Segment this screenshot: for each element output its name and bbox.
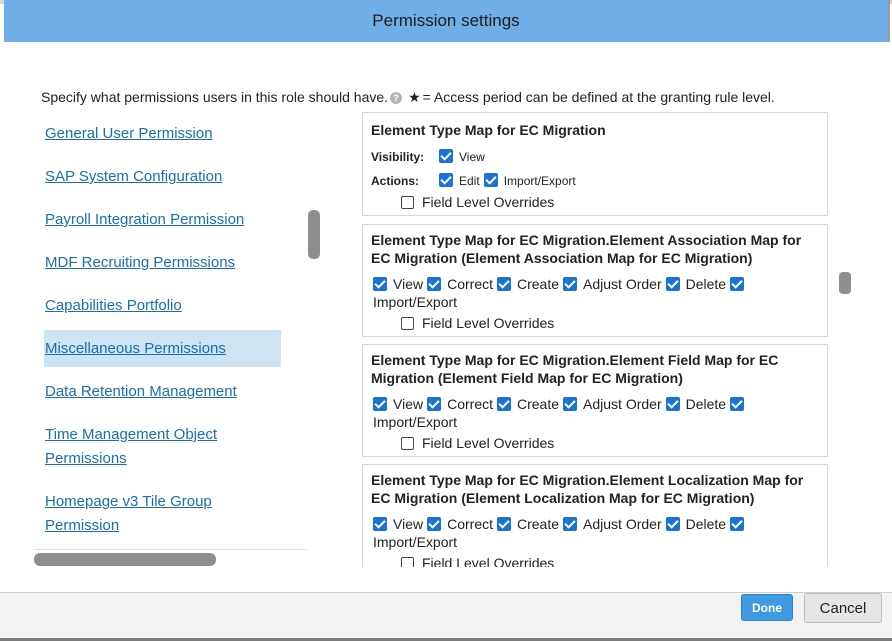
correct-label: Correct	[447, 396, 493, 412]
import-export-label: Import/Export	[373, 534, 458, 550]
import-export-checkbox[interactable]	[730, 277, 745, 291]
create-label: Create	[517, 516, 560, 532]
sidebar-horizontal-scrollbar[interactable]	[34, 553, 216, 566]
adjust-order-label: Adjust Order	[583, 396, 662, 412]
sidebar-item-general-user-permission[interactable]: General User Permission	[45, 122, 213, 146]
view-checkbox[interactable]	[439, 149, 453, 163]
permissions-row: View Correct Create Adjust Order Delete Impor…	[371, 275, 827, 311]
permission-panel: Element Type Map for EC Migration.Elemen…	[362, 224, 828, 337]
intro-text-row: Specify what permissions users in this r…	[41, 89, 775, 106]
delete-checkbox[interactable]	[665, 517, 680, 531]
field-overrides-row: Field Level Overrides	[371, 434, 827, 452]
adjust-order-checkbox[interactable]	[563, 397, 578, 411]
sidebar-vertical-scrollbar[interactable]	[308, 210, 320, 259]
sidebar-item-payroll-integration-permission[interactable]: Payroll Integration Permission	[45, 208, 244, 232]
create-label: Create	[517, 396, 560, 412]
visibility-row: Visibility: View	[371, 147, 827, 166]
content-vertical-scrollbar[interactable]	[839, 272, 851, 294]
sidebar-item-data-retention-management[interactable]: Data Retention Management	[45, 380, 237, 404]
view-label: View	[393, 276, 424, 292]
view-checkbox[interactable]	[373, 397, 387, 411]
field-overrides-checkbox[interactable]	[401, 437, 414, 450]
field-overrides-checkbox[interactable]	[401, 317, 414, 330]
edit-label: Edit	[459, 174, 480, 188]
correct-label: Correct	[447, 276, 493, 292]
view-label: View	[393, 516, 424, 532]
permission-panel: Element Type Map for EC Migration.Elemen…	[362, 464, 828, 567]
permissions-row: View Correct Create Adjust Order Delete Impor…	[371, 395, 827, 431]
field-overrides-label: Field Level Overrides	[422, 315, 555, 331]
permissions-row: View Correct Create Adjust Order Delete Impor…	[371, 515, 827, 551]
panel-title: Element Type Map for EC Migration.Elemen…	[371, 232, 802, 266]
dialog-title: Permission settings	[372, 11, 520, 30]
import-export-checkbox[interactable]	[730, 397, 745, 411]
sidebar-item-homepage-v3-tile-group[interactable]: Homepage v3 Tile Group	[45, 490, 212, 514]
sidebar-item-mdf-recruiting-permissions[interactable]: MDF Recruiting Permissions	[45, 251, 235, 275]
import-export-label: Import/Export	[373, 414, 458, 430]
visibility-label: Visibility:	[371, 150, 425, 164]
adjust-order-checkbox[interactable]	[563, 517, 578, 531]
view-label: View	[393, 396, 424, 412]
view-checkbox[interactable]	[373, 517, 387, 531]
view-checkbox[interactable]	[373, 277, 387, 291]
actions-label: Actions:	[371, 174, 419, 188]
sidebar-item-time-management-object-line2[interactable]: Permissions	[45, 447, 127, 471]
correct-checkbox[interactable]	[427, 517, 442, 531]
create-checkbox[interactable]	[497, 397, 511, 411]
delete-checkbox[interactable]	[665, 277, 680, 291]
dialog-header: Permission settings	[4, 0, 890, 42]
permission-content-area: Element Type Map for EC Migration Visibi…	[360, 112, 830, 567]
delete-label: Delete	[685, 276, 727, 292]
field-overrides-row: Field Level Overrides	[371, 314, 827, 332]
sidebar-item-time-management-object[interactable]: Time Management Object	[45, 423, 217, 447]
field-overrides-row: Field Level Overrides	[371, 554, 827, 567]
field-overrides-row: Field Level Overrides	[371, 193, 827, 211]
field-overrides-label: Field Level Overrides	[422, 435, 555, 451]
sidebar-item-miscellaneous-permissions[interactable]: Miscellaneous Permissions	[45, 337, 226, 361]
import-export-label: Import/Export	[503, 174, 576, 188]
adjust-order-label: Adjust Order	[583, 276, 662, 292]
import-export-label: Import/Export	[373, 294, 458, 310]
actions-row: Actions: Edit Import/Export	[371, 171, 827, 190]
permission-category-sidebar: General User Permission SAP System Confi…	[33, 112, 308, 567]
done-button[interactable]: Done	[741, 594, 793, 621]
sidebar-item-sap-system-configuration[interactable]: SAP System Configuration	[45, 165, 222, 189]
import-export-checkbox[interactable]	[730, 517, 745, 531]
delete-label: Delete	[685, 396, 727, 412]
cancel-button[interactable]: Cancel	[804, 593, 882, 623]
create-checkbox[interactable]	[497, 517, 511, 531]
create-label: Create	[517, 276, 560, 292]
correct-label: Correct	[447, 516, 493, 532]
view-label: View	[459, 150, 485, 164]
access-period-note: = Access period can be defined at the gr…	[422, 89, 775, 105]
correct-checkbox[interactable]	[427, 397, 442, 411]
panel-title: Element Type Map for EC Migration.Elemen…	[371, 352, 779, 386]
edit-checkbox[interactable]	[439, 173, 453, 187]
sidebar-item-capabilities-portfolio[interactable]: Capabilities Portfolio	[45, 294, 182, 318]
panel-title: Element Type Map for EC Migration.Elemen…	[371, 472, 804, 506]
sidebar-item-homepage-v3-tile-group-line2[interactable]: Permission	[45, 514, 119, 538]
star-icon: ★	[408, 89, 421, 105]
field-overrides-checkbox[interactable]	[401, 557, 414, 567]
field-overrides-label: Field Level Overrides	[422, 555, 555, 567]
delete-checkbox[interactable]	[665, 397, 680, 411]
delete-label: Delete	[685, 516, 727, 532]
sidebar-divider	[34, 549, 307, 550]
permission-panel: Element Type Map for EC Migration Visibi…	[362, 112, 828, 216]
field-overrides-checkbox[interactable]	[401, 196, 414, 209]
intro-text: Specify what permissions users in this r…	[41, 89, 389, 105]
panel-title: Element Type Map for EC Migration	[371, 122, 606, 138]
create-checkbox[interactable]	[497, 277, 511, 291]
correct-checkbox[interactable]	[427, 277, 442, 291]
question-circle-icon[interactable]: ?	[390, 92, 403, 104]
permission-panel: Element Type Map for EC Migration.Elemen…	[362, 344, 828, 457]
adjust-order-checkbox[interactable]	[563, 277, 578, 291]
field-overrides-label: Field Level Overrides	[422, 194, 555, 210]
adjust-order-label: Adjust Order	[583, 516, 662, 532]
import-export-checkbox[interactable]	[483, 173, 498, 187]
